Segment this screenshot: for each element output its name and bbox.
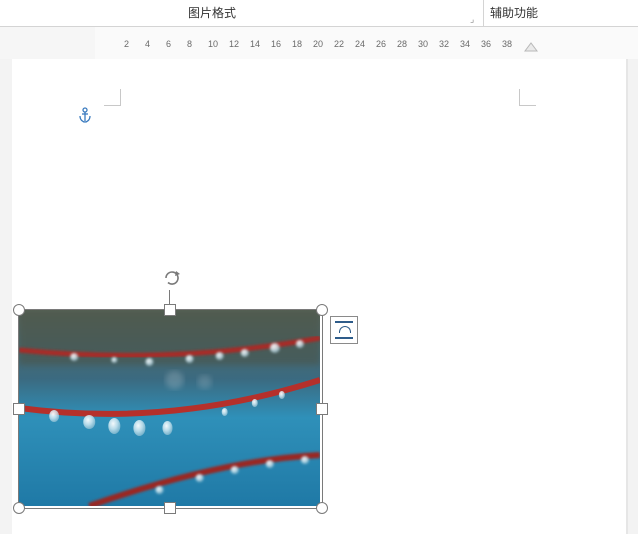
document-workspace	[0, 59, 638, 534]
ruler-tick: 24	[355, 39, 365, 49]
ruler-tick: 18	[292, 39, 302, 49]
ribbon-tab-accessibility[interactable]: 辅助功能	[490, 4, 538, 21]
resize-handle-tr[interactable]	[316, 304, 328, 316]
resize-handle-bl[interactable]	[13, 502, 25, 514]
ruler-tick: 36	[481, 39, 491, 49]
ruler-tick: 20	[313, 39, 323, 49]
margin-corner-top-right	[519, 89, 536, 106]
layout-options-button[interactable]	[330, 316, 358, 344]
ruler-tick: 4	[145, 39, 150, 49]
resize-handle-ml[interactable]	[13, 403, 25, 415]
ruler-tick: 22	[334, 39, 344, 49]
ruler-tick: 16	[271, 39, 281, 49]
resize-handle-mr[interactable]	[316, 403, 328, 415]
anchor-icon[interactable]	[78, 107, 92, 128]
document-page[interactable]	[12, 59, 628, 534]
layout-options-icon	[335, 321, 353, 339]
image-selection-box[interactable]	[18, 309, 323, 509]
horizontal-ruler[interactable]: 2468101214161820222426283032343638	[95, 27, 638, 60]
ruler-tick: 26	[376, 39, 386, 49]
ruler-tick: 14	[250, 39, 260, 49]
ruler-tick: 8	[187, 39, 192, 49]
ruler-tick: 34	[460, 39, 470, 49]
ribbon-separator	[483, 0, 484, 26]
resize-handle-tl[interactable]	[13, 304, 25, 316]
ribbon-tab-picture-format[interactable]: 图片格式	[188, 4, 236, 21]
right-indent-marker[interactable]	[524, 39, 538, 57]
ruler-area: 2468101214161820222426283032343638	[0, 27, 638, 61]
ruler-tick: 30	[418, 39, 428, 49]
rotate-handle-icon[interactable]	[162, 268, 182, 293]
ruler-tick: 32	[439, 39, 449, 49]
resize-handle-tm[interactable]	[164, 304, 176, 316]
dialog-launcher-icon[interactable]: ⌟	[470, 14, 474, 25]
ruler-tick: 2	[124, 39, 129, 49]
ruler-tick: 6	[166, 39, 171, 49]
ruler-tick: 12	[229, 39, 239, 49]
resize-handle-br[interactable]	[316, 502, 328, 514]
ribbon-bar: 图片格式 ⌟ 辅助功能	[0, 0, 638, 27]
ruler-tick: 28	[397, 39, 407, 49]
ruler-tick: 38	[502, 39, 512, 49]
ruler-tick: 10	[208, 39, 218, 49]
margin-corner-top-left	[104, 89, 121, 106]
resize-handle-bm[interactable]	[164, 502, 176, 514]
